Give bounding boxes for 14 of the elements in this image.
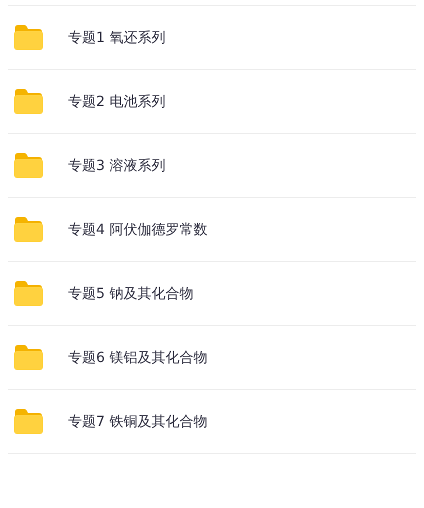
folder-name[interactable]: 专题4 阿伏伽德罗常数 <box>68 220 208 238</box>
folder-name[interactable]: 专题2 电池系列 <box>68 92 166 110</box>
folder-icon <box>13 24 44 51</box>
folder-icon <box>13 88 44 115</box>
folder-icon <box>13 344 44 371</box>
folder-icon <box>13 152 44 179</box>
folder-name[interactable]: 专题7 铁铜及其化合物 <box>68 412 208 430</box>
folder-name[interactable]: 专题5 钠及其化合物 <box>68 284 194 302</box>
folder-name[interactable]: 专题3 溶液系列 <box>68 156 166 174</box>
folder-icon <box>13 216 44 243</box>
folder-name[interactable]: 专题1 氧还系列 <box>68 28 166 46</box>
folder-icon <box>13 280 44 307</box>
folder-icon <box>13 408 44 435</box>
folder-name[interactable]: 专题6 镁铝及其化合物 <box>68 348 208 366</box>
